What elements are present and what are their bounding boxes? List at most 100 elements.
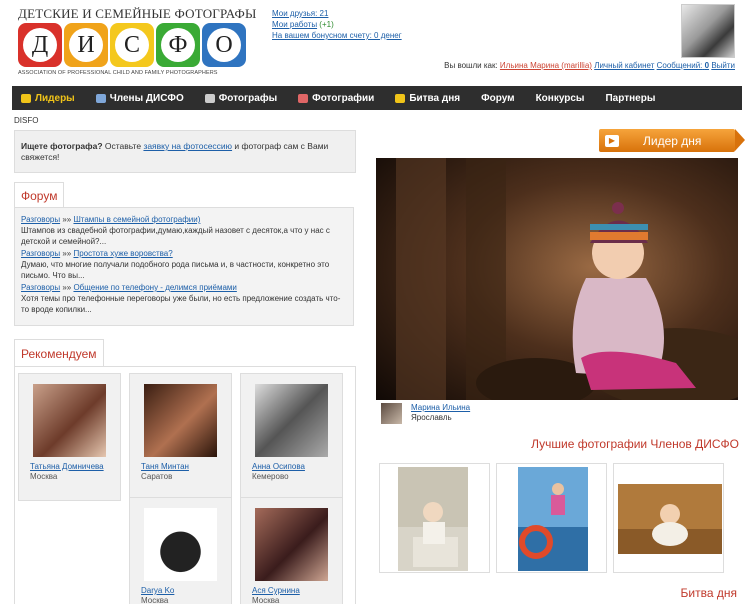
friends-link[interactable]: Мои друзья: 21 — [272, 9, 328, 18]
crown-icon — [21, 93, 31, 103]
logo-letter: Ф — [156, 23, 200, 67]
nav-item[interactable]: Битва дня — [395, 93, 460, 104]
logo-letter: О — [202, 23, 246, 67]
forum-topic-link[interactable]: Штампы в семейной фотографии) — [73, 215, 200, 224]
logout-link[interactable]: Выйти — [711, 61, 735, 70]
search-notice-before: Оставьте — [102, 141, 144, 151]
forum-entry-head: Разговоры »» Простота хуже воровства? — [21, 248, 347, 259]
logo-letter: С — [110, 23, 154, 67]
forum-separator: »» — [60, 283, 74, 292]
breadcrumb: DISFO — [14, 116, 39, 125]
user-avatar[interactable] — [681, 4, 735, 58]
photographer-card[interactable]: Darya Ko Москва — [129, 497, 232, 604]
photographer-name-link[interactable]: Ася Сурнина — [252, 586, 340, 596]
photographer-name-link[interactable]: Таня Минтан — [141, 462, 229, 472]
forum-separator: »» — [60, 249, 74, 258]
battle-icon — [395, 93, 406, 103]
author-avatar[interactable] — [381, 403, 402, 424]
forum-section-link[interactable]: Разговоры — [21, 283, 60, 292]
photographer-photo[interactable] — [33, 384, 106, 457]
play-icon: ▶ — [605, 134, 619, 147]
photographer-city: Москва — [141, 596, 169, 604]
best-photo-2 — [518, 467, 588, 571]
user-links: Мои друзья: 21 Мои работы (+1) На вашем … — [272, 8, 402, 41]
nav-item[interactable]: Партнеры — [605, 93, 655, 104]
bonus-link[interactable]: На вашем бонусном счету: 0 денег — [272, 31, 402, 40]
forum-separator: »» — [60, 215, 74, 224]
nav-item-label: Фотографы — [218, 92, 278, 104]
photographer-card[interactable]: Анна Осипова Кемерово — [240, 373, 343, 501]
forum-topic-link[interactable]: Простота хуже воровства? — [73, 249, 172, 258]
forum-entry: Разговоры »» Простота хуже воровства? Дум… — [21, 248, 347, 281]
forum-panel: Разговоры »» Штампы в семейной фотографи… — [14, 207, 354, 326]
best-photo-card[interactable] — [379, 463, 490, 573]
forum-excerpt: Думаю, что многие получали подобного род… — [21, 260, 330, 280]
forum-section-link[interactable]: Разговоры — [21, 215, 60, 224]
logo-letter: Д — [18, 23, 62, 67]
nav-item[interactable]: Члены ДИСФО — [95, 93, 184, 104]
forum-entry: Разговоры »» Общение по телефону - делим… — [21, 282, 347, 315]
leader-label: Лидер дня — [643, 133, 702, 148]
best-photo-1 — [398, 467, 468, 571]
photographer-card[interactable]: Таня Минтан Саратов — [129, 373, 232, 501]
best-photo-card[interactable] — [613, 463, 724, 573]
logo-letter-char: Д — [23, 28, 57, 62]
camera-icon — [204, 93, 215, 103]
login-prefix: Вы вошли как: — [444, 61, 498, 70]
photographer-meta: Анна Осипова Кемерово — [252, 462, 340, 482]
photographer-card[interactable]: Ася Сурнина Москва — [240, 497, 343, 604]
logo-letter-char: О — [207, 28, 241, 62]
photographer-meta: Таня Минтан Саратов — [141, 462, 229, 482]
shield-icon — [95, 93, 106, 103]
best-photo-3 — [618, 484, 722, 554]
cabinet-link[interactable]: Личный кабинет — [594, 61, 654, 70]
nav-item-label: Партнеры — [605, 92, 656, 104]
forum-entry-head: Разговоры »» Общение по телефону - делим… — [21, 282, 347, 293]
forum-topic-link[interactable]: Общение по телефону - делимся приёмами — [73, 283, 236, 292]
nav-item-label: Фотографии — [312, 92, 375, 104]
main-nav: Лидеры Члены ДИСФО Фотографы Фотографии Битв… — [12, 86, 742, 110]
photographer-name-link[interactable]: Darya Ko — [141, 586, 229, 596]
messages-label: Сообщений: — [656, 61, 703, 70]
forum-section-link[interactable]: Разговоры — [21, 249, 60, 258]
photographer-photo[interactable] — [255, 384, 328, 457]
photographer-meta: Darya Ko Москва — [141, 586, 229, 604]
nav-item-label: Битва дня — [409, 92, 461, 104]
photographer-name-link[interactable]: Анна Осипова — [252, 462, 340, 472]
photographer-photo[interactable] — [255, 508, 328, 581]
photographer-meta: Татьяна Домничева Москва — [30, 462, 118, 482]
forum-excerpt: Штампов из свадебной фотографии,думаю,ка… — [21, 226, 330, 246]
forum-entry: Разговоры »» Штампы в семейной фотографи… — [21, 214, 347, 247]
photographer-name-link[interactable]: Татьяна Домничева — [30, 462, 118, 472]
author-name-link[interactable]: Марина Ильина — [411, 403, 470, 412]
logo-letter-char: И — [69, 28, 103, 62]
username-link[interactable]: Ильина Марина (marillia) — [500, 61, 592, 70]
photosession-request-link[interactable]: заявку на фотосессию — [143, 141, 232, 151]
best-photo-card[interactable] — [496, 463, 607, 573]
tab-forum[interactable]: Форум — [14, 182, 65, 208]
nav-item[interactable]: Фотографии — [298, 93, 374, 104]
photos-icon — [298, 93, 309, 103]
nav-item-label: Конкурсы — [535, 92, 585, 104]
my-works-link[interactable]: Мои работы — [272, 20, 317, 29]
messages-link[interactable]: Сообщений: 0 — [657, 61, 709, 70]
battle-of-day-heading: Битва дня — [680, 586, 737, 600]
nav-item[interactable]: Конкурсы — [536, 93, 585, 104]
login-status: Вы вошли как: Ильина Марина (marillia) Л… — [444, 61, 735, 70]
forum-entry-head: Разговоры »» Штампы в семейной фотографи… — [21, 214, 347, 225]
tab-recommended[interactable]: Рекомендуем — [14, 339, 104, 367]
photographer-photo[interactable] — [144, 508, 217, 581]
nav-item-label: Лидеры — [35, 92, 75, 104]
photographer-search-notice: Ищете фотографа? Оставьте заявку на фото… — [14, 130, 356, 173]
logo-letter: И — [64, 23, 108, 67]
photographer-card[interactable]: Татьяна Домничева Москва — [18, 373, 121, 501]
nav-item[interactable]: Форум — [481, 93, 514, 104]
leader-photo[interactable] — [376, 158, 738, 400]
nav-item[interactable]: Лидеры — [21, 93, 75, 104]
best-photos-heading: Лучшие фотографии Членов ДИСФО — [531, 437, 739, 451]
author-city: Ярославль — [411, 413, 452, 422]
leader-of-day-button[interactable]: ▶ Лидер дня — [599, 129, 745, 152]
nav-item[interactable]: Фотографы — [204, 92, 278, 104]
logo-letter-char: С — [115, 28, 149, 62]
photographer-photo[interactable] — [144, 384, 217, 457]
